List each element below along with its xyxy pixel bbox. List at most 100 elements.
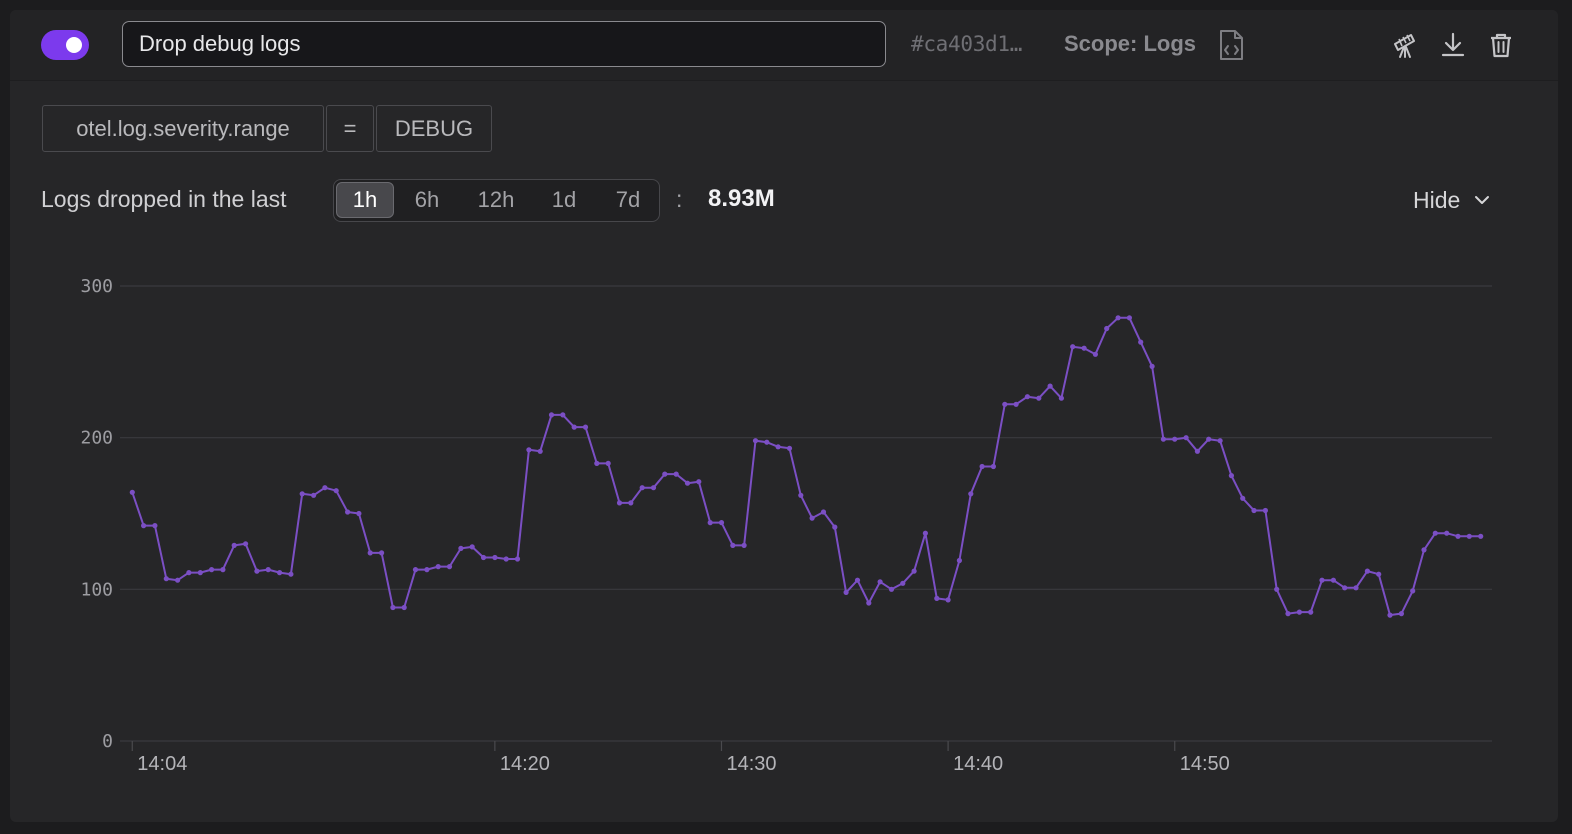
data-point [696,479,702,485]
data-point [718,520,725,526]
data-point [163,576,169,582]
data-point [152,523,158,529]
range-7d[interactable]: 7d [598,182,658,218]
x-tick-label: 14:30 [726,753,776,775]
data-point [424,567,430,573]
data-point [888,586,895,592]
data-point [1274,586,1280,592]
data-point [1047,383,1053,389]
data-point [390,604,396,611]
hide-label: Hide [1413,186,1461,213]
data-point [1444,530,1450,536]
data-point [288,571,294,577]
data-point [911,568,917,574]
trash-icon[interactable] [1486,30,1516,60]
data-point [231,542,237,548]
data-point [129,489,135,495]
range-1d[interactable]: 1d [534,182,594,218]
data-point [141,523,147,529]
data-point [1070,344,1076,350]
data-point [854,577,861,583]
data-point [764,439,770,445]
data-point [1149,363,1155,369]
data-point [945,597,951,603]
data-point [1206,436,1212,442]
data-point [922,530,929,536]
data-point [526,447,532,453]
x-tick-label: 14:40 [953,753,1003,775]
data-point [1194,448,1200,454]
data-point [1330,577,1336,583]
data-point [1421,547,1427,553]
data-point [220,567,226,573]
data-point [537,448,543,454]
data-point [1353,585,1359,591]
data-point [1455,533,1461,539]
data-point [299,491,305,497]
y-tick-label: 0 [102,731,113,752]
data-point [1240,495,1246,501]
data-point [1160,436,1166,442]
data-point [1319,577,1325,583]
series-line [131,316,1481,617]
range-12h[interactable]: 12h [462,182,530,218]
data-point [1398,611,1404,617]
data-point [1138,339,1144,345]
data-point [435,564,441,570]
range-1h[interactable]: 1h [336,182,394,218]
data-point [345,509,351,515]
x-tick-label: 14:04 [137,753,187,775]
data-point [209,567,215,573]
data-point [1058,395,1064,401]
data-point [1251,507,1257,514]
data-point [809,515,815,521]
data-point [594,460,600,466]
data-point [1410,588,1416,594]
data-point [650,485,657,491]
data-point [786,445,793,451]
data-point [956,557,963,564]
rule-name-input[interactable] [122,21,886,67]
data-point [1376,571,1382,577]
data-point [628,500,634,506]
data-point [333,488,339,494]
data-point [1342,585,1348,591]
y-tick-label: 100 [80,579,113,600]
data-point [741,542,747,548]
data-point [186,570,192,576]
filter-operator[interactable]: = [326,105,374,152]
stats-label: Logs dropped in the last [41,186,287,212]
range-6h[interactable]: 6h [396,182,458,218]
data-point [639,485,645,491]
data-point [968,491,974,497]
data-point [1262,507,1268,514]
data-point [1092,351,1098,357]
rule-id: #ca403d1… [911,32,1023,56]
toggle-knob [66,37,82,53]
data-point [752,438,759,444]
download-icon[interactable] [1438,30,1468,60]
hide-chart-button[interactable]: Hide [1413,180,1492,220]
data-point [1183,435,1189,441]
data-point [548,412,555,418]
data-point [379,550,385,556]
data-point [446,564,453,570]
filter-field[interactable]: otel.log.severity.range [42,105,324,152]
data-point [832,524,838,530]
data-point [1036,395,1042,401]
data-point [900,580,906,586]
data-point [277,570,283,576]
data-point [1308,609,1314,615]
telescope-icon[interactable] [1390,30,1420,60]
data-point [1228,473,1234,479]
data-point [571,424,577,430]
rule-header: #ca403d1… Scope: Logs [10,10,1558,81]
data-point [254,568,260,574]
data-point [820,509,827,515]
data-point [469,544,475,550]
x-tick-label: 14:20 [500,753,550,775]
data-point [798,492,804,498]
rule-enabled-toggle[interactable] [41,30,89,60]
filter-value[interactable]: DEBUG [376,105,492,152]
data-point [265,567,271,573]
